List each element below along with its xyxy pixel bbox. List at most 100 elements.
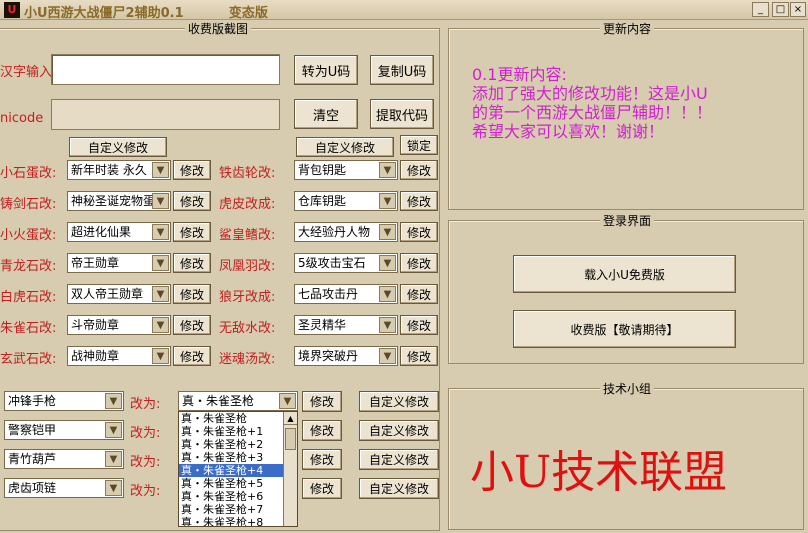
item-custom-modify-button[interactable]: 自定义修改: [359, 420, 439, 441]
item-row: 冲锋手枪 ▼ 改为: 真・朱雀圣枪 ▼ 修改 自定义修改: [4, 390, 440, 412]
dropdown-option[interactable]: 真・朱雀圣枪+2: [179, 438, 297, 451]
left-row-select[interactable]: 双人帝王勋章 ▼: [67, 284, 171, 304]
dropdown-arrow-icon[interactable]: ▼: [152, 193, 169, 209]
dropdown-arrow-icon[interactable]: ▼: [105, 480, 122, 496]
minimize-icon[interactable]: _: [752, 2, 769, 17]
right-row-select[interactable]: 大经验丹人物 ▼: [294, 222, 398, 242]
copy-u-button[interactable]: 复制U码: [370, 55, 434, 85]
dropdown-arrow-icon[interactable]: ▼: [379, 255, 396, 271]
left-row-modify-button[interactable]: 修改: [173, 284, 211, 304]
custom-modify-left-button[interactable]: 自定义修改: [69, 137, 167, 157]
left-row-select[interactable]: 斗帝勋章 ▼: [67, 315, 171, 335]
dropdown-arrow-icon[interactable]: ▼: [379, 286, 396, 302]
right-row-modify-button[interactable]: 修改: [400, 315, 438, 335]
load-free-version-button[interactable]: 载入小U免费版: [513, 255, 736, 293]
left-row-label: 小石蛋改:: [0, 166, 57, 181]
left-row-label: 朱雀石改:: [0, 321, 57, 336]
dropdown-option[interactable]: 真・朱雀圣枪+8: [179, 516, 297, 526]
title-bar[interactable]: U 小U西游大战僵尸2辅助0.1 变态版 _ □ ×: [0, 0, 808, 21]
dropdown-arrow-icon[interactable]: ▼: [379, 193, 396, 209]
dropdown-arrow-icon[interactable]: ▼: [379, 162, 396, 178]
dropdown-arrow-icon[interactable]: ▼: [152, 317, 169, 333]
left-row: 玄武石改: 战神勋章 ▼ 修改: [0, 346, 220, 368]
window-title: 小U西游大战僵尸2辅助0.1 变态版: [24, 6, 268, 21]
chinese-input-label: 汉字输入: [0, 65, 53, 80]
dropdown-arrow-icon[interactable]: ▼: [152, 348, 169, 364]
target-select[interactable]: 真・朱雀圣枪 ▼: [178, 391, 298, 411]
left-row-select[interactable]: 战神勋章 ▼: [67, 346, 171, 366]
right-row-modify-button[interactable]: 修改: [400, 160, 438, 180]
item-modify-button[interactable]: 修改: [302, 420, 342, 441]
target-dropdown-list[interactable]: 真・朱雀圣枪 真・朱雀圣枪+1 真・朱雀圣枪+2 真・朱雀圣枪+3 真・朱雀圣枪+4 真・…: [178, 411, 298, 527]
left-row-select[interactable]: 超进化仙果 ▼: [67, 222, 171, 242]
right-row-select-value: 境界突破丹: [298, 349, 359, 363]
dropdown-arrow-icon[interactable]: ▼: [379, 317, 396, 333]
left-row-modify-button[interactable]: 修改: [173, 253, 211, 273]
item-select[interactable]: 虎齿项链 ▼: [4, 478, 124, 498]
left-row-modify-button[interactable]: 修改: [173, 191, 211, 211]
dropdown-arrow-icon[interactable]: ▼: [379, 224, 396, 240]
close-icon[interactable]: ×: [790, 2, 806, 17]
right-row: 无敌水改: 圣灵精华 ▼ 修改: [219, 315, 439, 337]
dropdown-arrow-icon[interactable]: ▼: [379, 348, 396, 364]
dropdown-option[interactable]: 真・朱雀圣枪+4: [179, 464, 297, 477]
left-row-select[interactable]: 神秘圣诞宠物蛋 ▼: [67, 191, 171, 211]
paid-version-button[interactable]: 收费版【敬请期待】: [513, 310, 736, 348]
item-select[interactable]: 青竹葫芦 ▼: [4, 449, 124, 469]
dropdown-arrow-icon[interactable]: ▼: [279, 393, 296, 409]
item-select[interactable]: 警察铠甲 ▼: [4, 420, 124, 440]
left-row-label: 玄武石改:: [0, 352, 57, 367]
lock-button[interactable]: 锁定: [400, 135, 438, 155]
right-row-label: 鲨皇鳍改:: [219, 228, 276, 243]
left-row-modify-button[interactable]: 修改: [173, 222, 211, 242]
right-row-modify-button[interactable]: 修改: [400, 284, 438, 304]
scroll-thumb[interactable]: [285, 428, 296, 450]
dropdown-scrollbar[interactable]: ▲: [283, 412, 297, 526]
right-row-select[interactable]: 七品攻击丹 ▼: [294, 284, 398, 304]
left-row-select[interactable]: 帝王勋章 ▼: [67, 253, 171, 273]
custom-modify-right-button[interactable]: 自定义修改: [296, 137, 394, 157]
dropdown-arrow-icon[interactable]: ▼: [105, 451, 122, 467]
right-row-modify-button[interactable]: 修改: [400, 222, 438, 242]
convert-to-u-button[interactable]: 转为U码: [294, 55, 358, 85]
clear-button[interactable]: 清空: [294, 99, 358, 129]
right-row-select[interactable]: 圣灵精华 ▼: [294, 315, 398, 335]
unicode-output[interactable]: [51, 99, 280, 130]
right-row-select[interactable]: 仓库钥匙 ▼: [294, 191, 398, 211]
left-row-modify-button[interactable]: 修改: [173, 346, 211, 366]
right-row-select[interactable]: 背包钥匙 ▼: [294, 160, 398, 180]
left-row-modify-button[interactable]: 修改: [173, 315, 211, 335]
dropdown-option[interactable]: 真・朱雀圣枪+3: [179, 451, 297, 464]
dropdown-option[interactable]: 真・朱雀圣枪+1: [179, 425, 297, 438]
dropdown-arrow-icon[interactable]: ▼: [105, 393, 122, 409]
maximize-icon[interactable]: □: [772, 2, 789, 17]
right-row-select[interactable]: 境界突破丹 ▼: [294, 346, 398, 366]
item-modify-button[interactable]: 修改: [302, 449, 342, 470]
left-row-modify-button[interactable]: 修改: [173, 160, 211, 180]
dropdown-arrow-icon[interactable]: ▼: [105, 422, 122, 438]
dropdown-option[interactable]: 真・朱雀圣枪+7: [179, 503, 297, 516]
left-row-select[interactable]: 新年时装 永久 ▼: [67, 160, 171, 180]
dropdown-arrow-icon[interactable]: ▼: [152, 286, 169, 302]
item-custom-modify-button[interactable]: 自定义修改: [359, 478, 439, 499]
right-row-modify-button[interactable]: 修改: [400, 253, 438, 273]
dropdown-option[interactable]: 真・朱雀圣枪: [179, 412, 297, 425]
right-row-modify-button[interactable]: 修改: [400, 346, 438, 366]
item-modify-button[interactable]: 修改: [302, 478, 342, 499]
chinese-input[interactable]: [51, 54, 280, 85]
item-select[interactable]: 冲锋手枪 ▼: [4, 391, 124, 411]
dropdown-option[interactable]: 真・朱雀圣枪+5: [179, 477, 297, 490]
extract-code-button[interactable]: 提取代码: [370, 99, 434, 129]
dropdown-arrow-icon[interactable]: ▼: [152, 255, 169, 271]
dropdown-option[interactable]: 真・朱雀圣枪+6: [179, 490, 297, 503]
dropdown-arrow-icon[interactable]: ▼: [152, 162, 169, 178]
item-custom-modify-button[interactable]: 自定义修改: [359, 391, 439, 412]
scroll-up-icon[interactable]: ▲: [284, 412, 297, 425]
dropdown-arrow-icon[interactable]: ▼: [152, 224, 169, 240]
right-row-select-value: 仓库钥匙: [298, 194, 347, 208]
item-select-value: 虎齿项链: [8, 481, 57, 495]
item-custom-modify-button[interactable]: 自定义修改: [359, 449, 439, 470]
right-row-select[interactable]: 5级攻击宝石 ▼: [294, 253, 398, 273]
item-modify-button[interactable]: 修改: [302, 391, 342, 412]
right-row-modify-button[interactable]: 修改: [400, 191, 438, 211]
